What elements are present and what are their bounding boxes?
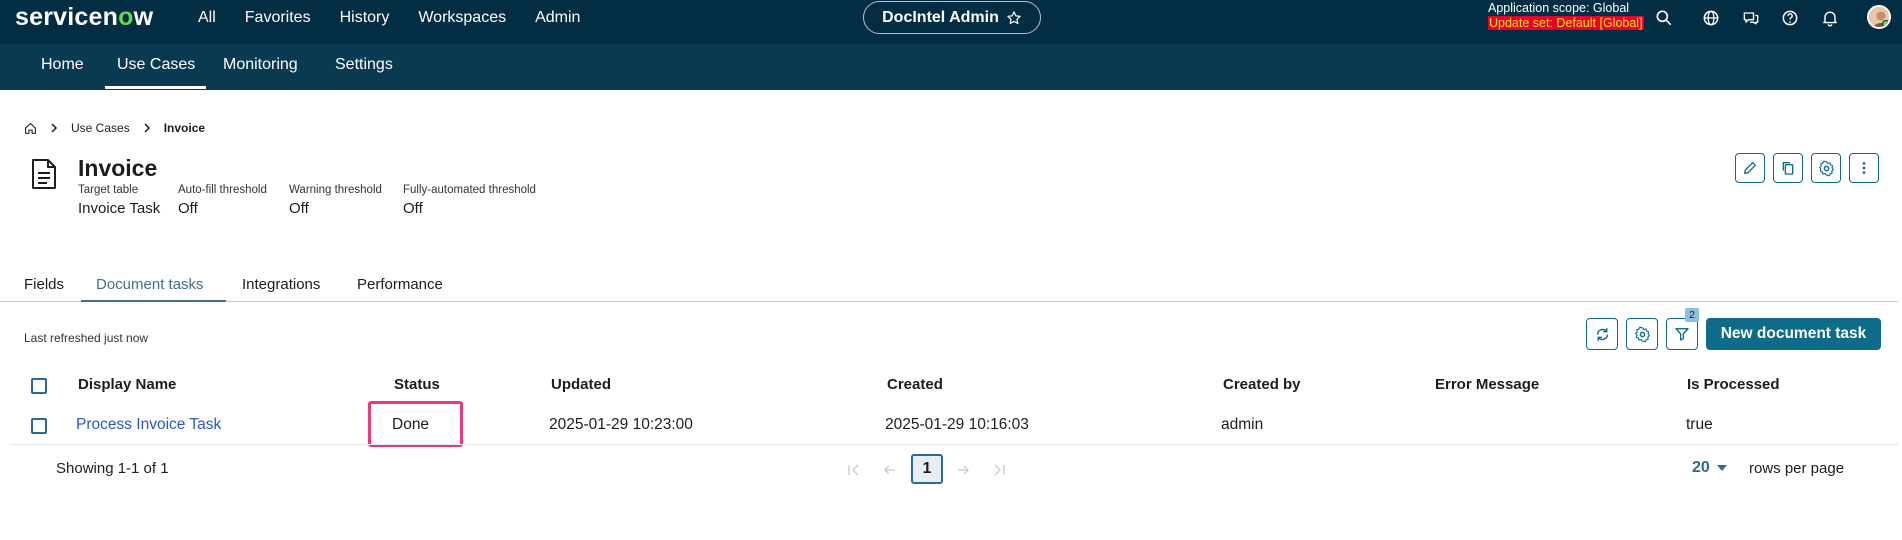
- status-highlight-box: [368, 401, 463, 447]
- settings-button[interactable]: [1811, 153, 1841, 183]
- scope-label: Application scope: Global: [1488, 1, 1630, 15]
- update-set-label: Update set: Default [Global]: [1488, 16, 1644, 30]
- column-error-message[interactable]: Error Message: [1435, 376, 1539, 393]
- tab-document-tasks[interactable]: Document tasks: [96, 276, 204, 293]
- settings-icon: [1818, 160, 1834, 176]
- created-by-cell: admin: [1221, 416, 1264, 433]
- rows-per-page-value: 20: [1692, 459, 1710, 476]
- top-nav-favorites[interactable]: Favorites: [245, 9, 311, 27]
- select-all-checkbox[interactable]: [31, 378, 47, 394]
- field-value: Off: [178, 200, 198, 217]
- top-nav-history[interactable]: History: [340, 9, 390, 27]
- top-nav-all[interactable]: All: [198, 9, 216, 27]
- star-icon[interactable]: [1006, 10, 1022, 26]
- new-document-task-button[interactable]: New document task: [1706, 318, 1881, 350]
- workspace-pill-label: DocIntel Admin: [882, 8, 999, 26]
- tab-active-indicator: [81, 300, 226, 302]
- tab-integrations[interactable]: Integrations: [242, 276, 320, 293]
- help-icon[interactable]: [1780, 8, 1800, 28]
- field-label: Fully-automated threshold: [403, 184, 536, 196]
- field-label: Warning threshold: [289, 184, 382, 196]
- last-page-icon[interactable]: [992, 463, 1006, 477]
- subnav-settings[interactable]: Settings: [335, 56, 393, 74]
- field-auto-fill-threshold: Auto-fill threshold Off: [178, 184, 267, 217]
- rows-per-page-select[interactable]: 20: [1692, 459, 1728, 477]
- column-created[interactable]: Created: [887, 376, 943, 393]
- breadcrumb-use-cases[interactable]: Use Cases: [71, 121, 130, 135]
- field-value: Off: [289, 200, 309, 217]
- search-icon[interactable]: [1654, 8, 1674, 28]
- copy-button[interactable]: [1773, 153, 1803, 183]
- field-fully-automated-threshold: Fully-automated threshold Off: [403, 184, 536, 217]
- more-button[interactable]: [1849, 153, 1879, 183]
- tab-performance[interactable]: Performance: [357, 276, 443, 293]
- field-label: Target table: [78, 184, 139, 196]
- row-checkbox[interactable]: [31, 418, 47, 434]
- more-icon: [1862, 162, 1866, 174]
- servicenow-logo[interactable]: servicenow: [15, 3, 153, 32]
- current-page-button[interactable]: 1: [911, 454, 943, 484]
- column-is-processed[interactable]: Is Processed: [1687, 376, 1780, 393]
- filter-icon: [1675, 328, 1689, 341]
- user-avatar[interactable]: [1867, 5, 1891, 29]
- display-name-link[interactable]: Process Invoice Task: [76, 416, 221, 434]
- rows-per-page-label: rows per page: [1749, 460, 1845, 477]
- top-nav-admin[interactable]: Admin: [535, 9, 580, 27]
- column-created-by[interactable]: Created by: [1223, 376, 1301, 393]
- bell-icon[interactable]: [1820, 8, 1840, 28]
- column-status[interactable]: Status: [394, 376, 440, 393]
- column-display-name[interactable]: Display Name: [78, 376, 176, 393]
- field-label: Auto-fill threshold: [178, 184, 267, 196]
- subnav-use-cases[interactable]: Use Cases: [117, 56, 195, 74]
- row-divider: [10, 444, 1898, 445]
- subnav-monitoring[interactable]: Monitoring: [223, 56, 298, 74]
- top-nav: All Favorites History Workspaces Admin: [198, 0, 609, 35]
- workspace-pill[interactable]: DocIntel Admin: [863, 1, 1041, 34]
- updated-cell: 2025-01-29 10:23:00: [549, 416, 693, 433]
- globe-icon[interactable]: [1701, 8, 1721, 28]
- is-processed-cell: true: [1686, 416, 1713, 433]
- document-icon: [32, 159, 56, 189]
- subnav-active-indicator: [105, 86, 206, 89]
- application-scope[interactable]: Application scope: Global Update set: De…: [1488, 1, 1644, 31]
- chevron-right-icon: [144, 123, 150, 133]
- previous-page-icon[interactable]: [883, 463, 897, 477]
- next-page-icon[interactable]: [956, 463, 970, 477]
- field-warning-threshold: Warning threshold Off: [289, 184, 382, 217]
- copy-icon: [1782, 162, 1794, 175]
- first-page-icon[interactable]: [847, 463, 861, 477]
- record-tabs: Fields Document tasks Integrations Perfo…: [0, 272, 1898, 302]
- field-value: Off: [403, 200, 423, 217]
- sub-nav: Home Use Cases Monitoring Settings: [0, 44, 1902, 90]
- column-updated[interactable]: Updated: [551, 376, 611, 393]
- filter-count-badge: 2: [1685, 308, 1699, 322]
- refresh-icon: [1596, 327, 1608, 341]
- top-bar: servicenow All Favorites History Workspa…: [0, 0, 1902, 44]
- subnav-home[interactable]: Home: [41, 56, 84, 74]
- chevron-right-icon: [51, 123, 58, 133]
- settings-icon: [1634, 326, 1650, 342]
- showing-count: Showing 1-1 of 1: [56, 460, 169, 477]
- field-target-table: Target table Invoice Task: [78, 184, 160, 217]
- chevron-down-icon: [1716, 465, 1727, 471]
- status-dot: [1882, 20, 1889, 27]
- breadcrumb-current: Invoice: [163, 121, 206, 135]
- chat-icon[interactable]: [1741, 8, 1761, 28]
- last-refreshed: Last refreshed just now: [24, 331, 149, 345]
- edit-button[interactable]: [1735, 153, 1765, 183]
- filter-button[interactable]: [1666, 318, 1698, 350]
- created-cell: 2025-01-29 10:16:03: [885, 416, 1029, 433]
- record-title: Invoice: [78, 155, 158, 181]
- edit-icon: [1744, 162, 1756, 174]
- top-nav-workspaces[interactable]: Workspaces: [418, 9, 506, 27]
- refresh-button[interactable]: [1586, 318, 1618, 350]
- home-icon[interactable]: [24, 122, 37, 135]
- field-value: Invoice Task: [78, 200, 161, 217]
- breadcrumb: Use Cases Invoice: [24, 121, 205, 135]
- list-settings-button[interactable]: [1626, 318, 1658, 350]
- tab-fields[interactable]: Fields: [24, 276, 64, 293]
